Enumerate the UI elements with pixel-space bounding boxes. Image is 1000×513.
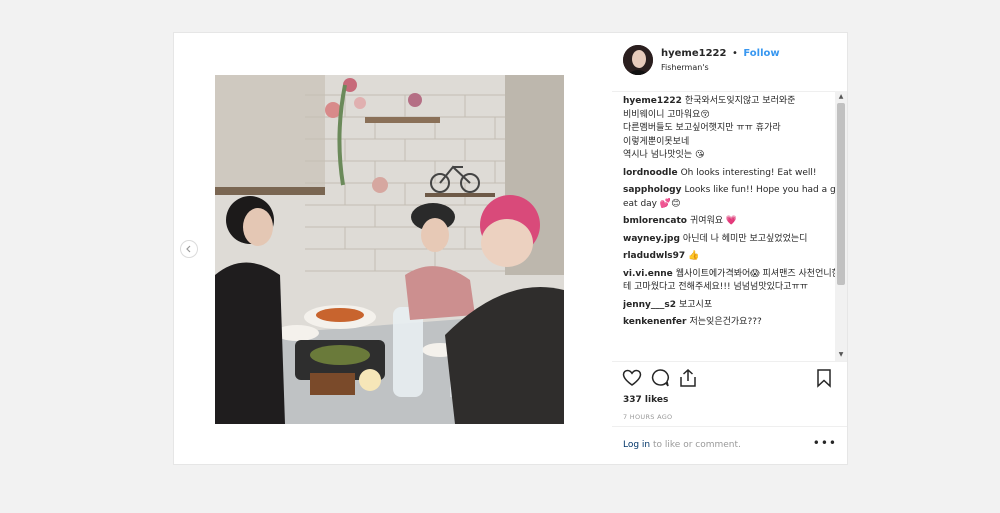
comment-item: kenkenenfer 저는잊은건가요???	[623, 316, 843, 330]
comment-item: vi.vi.enne 웹사이트에가격봐어😱 피셔맨즈 사천언니한테 고마웠다고 전…	[623, 268, 843, 295]
bookmark-icon	[817, 369, 831, 388]
caption-line: 다른멤버들도 보고싶어햇지만 ㅠㅠ 휴가라	[623, 123, 781, 133]
comment-author[interactable]: hyeme1222	[623, 96, 682, 106]
login-prompt-text: to like or comment.	[650, 440, 741, 450]
comment-text: 아닌데 나 헤미만 보고싶었었는디	[682, 233, 808, 244]
comment-author[interactable]: bmlorencato	[623, 216, 687, 226]
chevron-left-icon	[186, 245, 191, 253]
comment-text: 귀여워요 💗	[689, 216, 738, 226]
post-photo[interactable]	[215, 75, 564, 424]
location-link[interactable]: Fisherman's	[661, 63, 709, 72]
comment-item: bmlorencato 귀여워요 💗	[623, 215, 843, 229]
comment-text: 보고시포	[679, 299, 713, 310]
share-icon	[680, 368, 696, 387]
speech-bubble-icon	[651, 369, 669, 387]
scrollbar-thumb[interactable]	[837, 103, 845, 285]
comment-author[interactable]: kenkenenfer	[623, 317, 686, 327]
like-button[interactable]	[622, 368, 642, 388]
save-button[interactable]	[814, 368, 834, 388]
caption-line: 이렇게뿐이못보네	[623, 136, 690, 147]
comment-author[interactable]: jenny___s2	[623, 300, 676, 310]
comment-button[interactable]	[650, 368, 670, 388]
comment-author[interactable]: lordnoodle	[623, 168, 678, 178]
post-timestamp[interactable]: 7 HOURS AGO	[623, 413, 672, 421]
comment-author[interactable]: wayney.jpg	[623, 234, 680, 244]
login-link[interactable]: Log in	[623, 440, 650, 450]
likes-count[interactable]: 337 likes	[623, 395, 668, 405]
post-sidebar: hyeme1222 • Follow Fisherman's hyeme1222…	[612, 33, 847, 464]
more-options-icon[interactable]: •••	[813, 436, 837, 450]
scroll-down-icon[interactable]: ▼	[837, 351, 845, 359]
username-link[interactable]: hyeme1222	[661, 48, 726, 59]
comment-text: 저는잊은건가요???	[689, 317, 762, 327]
caption-line: 비비웨이니 고마워요😚	[623, 109, 710, 120]
comment-author[interactable]: vi.vi.enne	[623, 269, 673, 279]
comment-item: jenny___s2 보고시포	[623, 299, 843, 313]
heart-icon	[622, 369, 642, 386]
scroll-up-icon[interactable]: ▲	[837, 93, 845, 101]
avatar[interactable]	[623, 45, 653, 75]
photo-illustration	[215, 75, 564, 424]
follow-button[interactable]: Follow	[743, 48, 779, 59]
post-header: hyeme1222 • Follow Fisherman's	[612, 33, 847, 92]
comment-author[interactable]: rladudwls97	[623, 251, 685, 261]
avatar-image	[623, 45, 653, 75]
caption-line: 한국와서도잊지않고 보러와준	[684, 96, 796, 106]
comments-scrollbar[interactable]: ▲ ▼	[835, 91, 847, 361]
comment-author[interactable]: sapphology	[623, 185, 681, 195]
prev-arrow-button[interactable]	[180, 240, 198, 258]
login-prompt: Log in to like or comment.	[623, 440, 741, 450]
comment-text: Oh looks interesting! Eat well!	[680, 167, 817, 178]
comments-list: hyeme1222 한국와서도잊지않고 보러와준 비비웨이니 고마워요😚 다른멤버…	[623, 95, 843, 360]
add-comment-section: Log in to like or comment. •••	[612, 426, 847, 466]
comment-text: 👍	[688, 251, 700, 261]
caption-line: 역시나 넘나맛잇는 😘	[623, 150, 705, 160]
comment-item: wayney.jpg 아닌데 나 헤미만 보고싶었었는디	[623, 233, 843, 247]
comment-item: rladudwls97 👍	[623, 250, 843, 264]
comment-item: sapphology Looks like fun!! Hope you had …	[623, 184, 843, 211]
caption: hyeme1222 한국와서도잊지않고 보러와준 비비웨이니 고마워요😚 다른멤버…	[623, 95, 843, 163]
username-row: hyeme1222 • Follow	[661, 48, 780, 59]
separator-dot: •	[731, 48, 738, 59]
share-button[interactable]	[678, 368, 698, 388]
comment-item: lordnoodle Oh looks interesting! Eat well…	[623, 167, 843, 181]
post-actions: 337 likes 7 HOURS AGO Log in to like or …	[612, 361, 847, 465]
